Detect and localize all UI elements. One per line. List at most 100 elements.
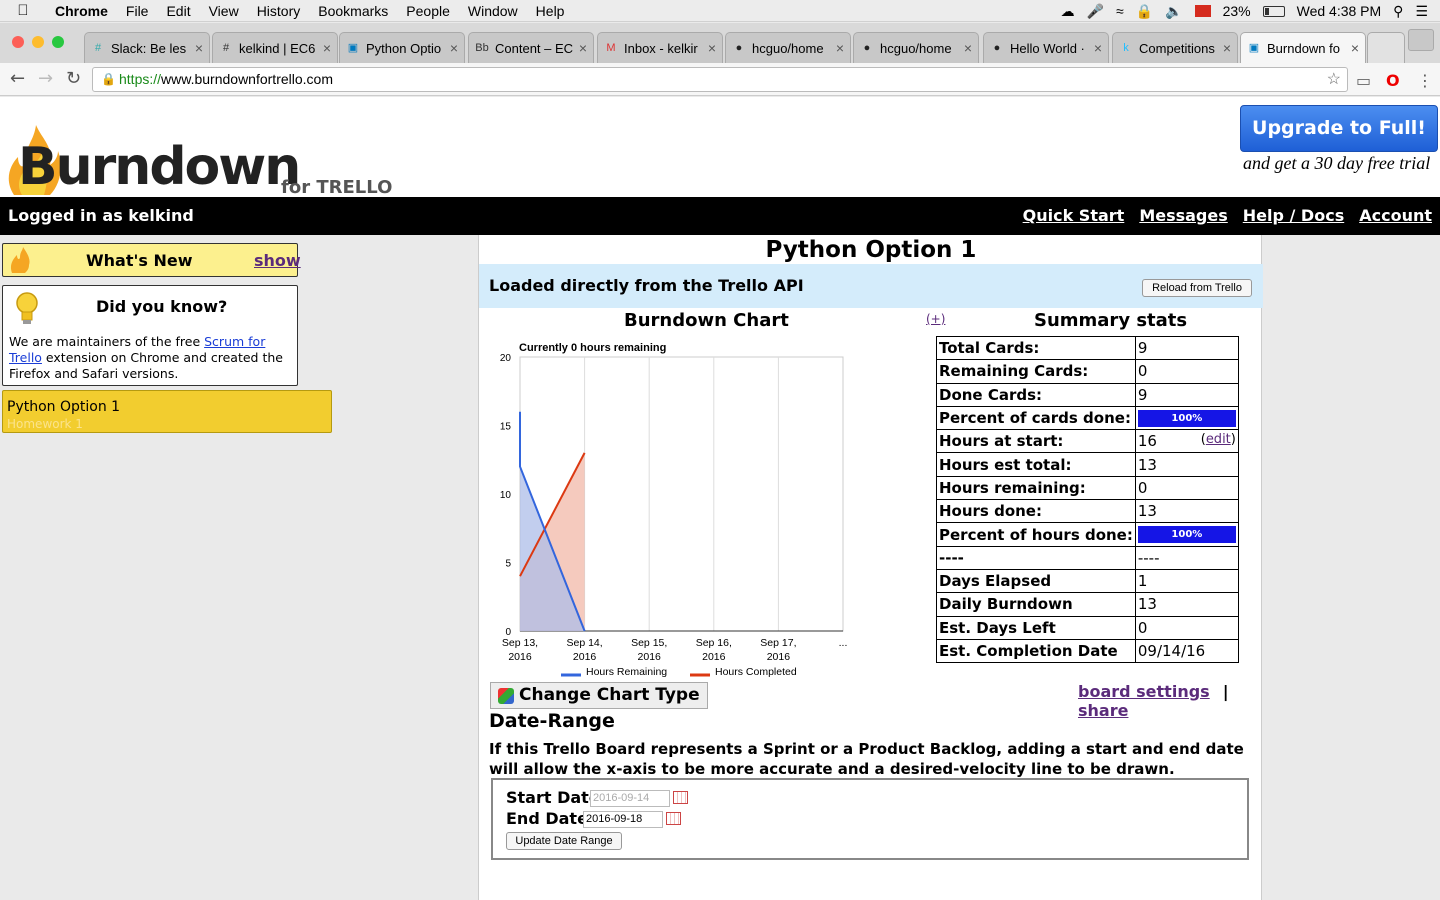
x-tick-label: Sep 17, — [760, 637, 796, 649]
change-chart-type-label: Change Chart Type — [519, 685, 700, 705]
change-chart-type-button[interactable]: Change Chart Type — [490, 682, 708, 709]
menu-bookmarks[interactable]: Bookmarks — [309, 3, 397, 19]
spotlight-icon[interactable]: ⚲ — [1393, 3, 1403, 20]
end-date-label: End Date: — [506, 809, 595, 828]
board-list-item[interactable]: Python Option 1 Homework 1 — [2, 390, 332, 433]
close-tab-icon[interactable]: × — [708, 40, 716, 56]
logged-in-label: Logged in as kelkind — [8, 206, 194, 225]
close-tab-icon[interactable]: × — [1094, 40, 1102, 56]
browser-tab[interactable]: ● hcguo/home × — [853, 32, 979, 63]
edit-hours-link[interactable]: edit — [1206, 432, 1231, 447]
battery-icon[interactable] — [1262, 5, 1285, 17]
browser-tab-strip: # Slack: Be les × # kelkind | EC6 × ▣ Python Op… — [0, 23, 1440, 63]
browser-tab[interactable]: k Competitions × — [1112, 32, 1238, 63]
browser-tab[interactable]: # kelkind | EC6 × — [212, 32, 338, 63]
menu-help[interactable]: Help — [527, 3, 574, 19]
top-nav-bar: Logged in as kelkind Quick Start Message… — [0, 197, 1440, 235]
new-tab-button[interactable] — [1367, 32, 1405, 63]
menu-edit[interactable]: Edit — [157, 3, 199, 19]
burndown-logo[interactable]: Burndown — [18, 137, 301, 197]
browser-tab[interactable]: ● hcguo/home × — [725, 32, 851, 63]
slack-icon: # — [94, 42, 102, 54]
browser-tab[interactable]: # Slack: Be les × — [84, 32, 210, 63]
close-window-button[interactable] — [12, 36, 24, 48]
menu-window[interactable]: Window — [459, 3, 527, 19]
microphone-icon[interactable]: 🎤 — [1087, 3, 1104, 20]
zoom-window-button[interactable] — [52, 36, 64, 48]
date-range-description: If this Trello Board represents a Sprint… — [489, 740, 1244, 778]
chrome-menu-icon[interactable]: ⋮ — [1417, 71, 1433, 90]
browser-tab[interactable]: M Inbox - kelkir × — [597, 32, 723, 63]
lock-icon[interactable]: 🔒 — [1136, 3, 1153, 20]
help-docs-link[interactable]: Help / Docs — [1243, 206, 1344, 225]
notification-center-icon[interactable]: ☰ — [1415, 3, 1428, 20]
expand-chart-link[interactable]: (+) — [926, 312, 945, 326]
close-tab-icon[interactable]: × — [1223, 40, 1231, 56]
back-icon[interactable]: ← — [10, 68, 25, 89]
chart-type-icon — [498, 688, 514, 704]
close-tab-icon[interactable]: × — [579, 40, 587, 56]
x-tick-label: 2016 — [638, 651, 662, 663]
cloud-icon[interactable]: ☁ — [1061, 3, 1075, 20]
stat-label: Est. Days Left — [936, 615, 1136, 640]
quick-start-link[interactable]: Quick Start — [1023, 206, 1125, 225]
mac-menubar:  Chrome File Edit View History Bookmark… — [0, 0, 1440, 22]
volume-icon[interactable]: 🔈 — [1165, 3, 1182, 20]
close-tab-icon[interactable]: × — [964, 40, 972, 56]
end-date-input[interactable]: 2016-09-18 — [583, 811, 663, 828]
window-controls — [12, 36, 64, 48]
tab-label: hcguo/home — [752, 40, 824, 56]
show-link[interactable]: show — [254, 251, 301, 270]
percent-bar: 100% — [1137, 526, 1236, 544]
tab-label: Content – EC — [495, 40, 574, 56]
end-calendar-icon[interactable] — [666, 812, 681, 825]
upgrade-button[interactable]: Upgrade to Full! — [1240, 105, 1438, 152]
update-date-range-button[interactable]: Update Date Range — [506, 832, 622, 850]
board-settings-link[interactable]: board settings — [1078, 682, 1210, 701]
close-tab-icon[interactable]: × — [450, 40, 458, 56]
menu-file[interactable]: File — [117, 3, 158, 19]
whats-new-panel: What's New show — [2, 243, 301, 277]
browser-tab[interactable]: ▣ Python Optio × — [339, 32, 465, 63]
date-range-form: Start Date: 2016-09-14 End Date: 2016-09… — [491, 778, 1249, 860]
opera-extension-icon[interactable]: O — [1386, 71, 1400, 90]
share-link[interactable]: share — [1078, 701, 1128, 720]
summary-stats-table: Total Cards: 9 Remaining Cards: 0 Done Cards… — [936, 335, 1239, 664]
menu-view[interactable]: View — [200, 3, 248, 19]
messages-link[interactable]: Messages — [1139, 206, 1227, 225]
tab-label: Inbox - kelkir — [624, 40, 698, 56]
x-tick-label: 2016 — [767, 651, 791, 663]
reload-from-trello-button[interactable]: Reload from Trello — [1142, 279, 1252, 297]
browser-tab[interactable]: ▣ Burndown fo × — [1240, 32, 1366, 63]
menu-history[interactable]: History — [248, 3, 310, 19]
clock[interactable]: Wed 4:38 PM — [1297, 3, 1382, 19]
start-date-input[interactable]: 2016-09-14 — [590, 790, 670, 807]
close-tab-icon[interactable]: × — [1351, 40, 1359, 56]
summary-stats-title: Summary stats — [1034, 310, 1188, 331]
reload-icon[interactable]: ↻ — [66, 68, 81, 89]
tab-label: hcguo/home — [880, 40, 952, 56]
close-tab-icon[interactable]: × — [323, 40, 331, 56]
close-tab-icon[interactable]: × — [195, 40, 203, 56]
start-calendar-icon[interactable] — [673, 791, 688, 804]
menu-chrome[interactable]: Chrome — [46, 3, 117, 19]
apple-icon[interactable]:  — [0, 2, 46, 19]
browser-tab[interactable]: ● Hello World · × — [983, 32, 1109, 63]
secure-lock-icon[interactable]: 🔒 — [101, 68, 116, 91]
cast-icon[interactable]: ▭ — [1356, 71, 1371, 90]
address-bar[interactable]: 🔒 https://www.burndownfortrello.com ☆ — [92, 67, 1348, 92]
browser-tab[interactable]: Bb Content – EC × — [468, 32, 594, 63]
minimize-window-button[interactable] — [32, 36, 44, 48]
flag-icon[interactable] — [1194, 5, 1211, 17]
stat-label: Days Elapsed — [936, 568, 1136, 594]
tab-label: Hello World · — [1010, 40, 1085, 56]
tab-label: Python Optio — [366, 40, 442, 56]
wifi-icon[interactable]: ≈ — [1116, 3, 1124, 19]
forward-icon[interactable]: → — [38, 68, 53, 89]
bookmark-star-icon[interactable]: ☆ — [1327, 68, 1341, 91]
account-link[interactable]: Account — [1359, 206, 1432, 225]
percent-bar: 100% — [1137, 409, 1236, 427]
close-tab-icon[interactable]: × — [836, 40, 844, 56]
menu-people[interactable]: People — [397, 3, 459, 19]
profile-icon[interactable] — [1408, 29, 1434, 51]
